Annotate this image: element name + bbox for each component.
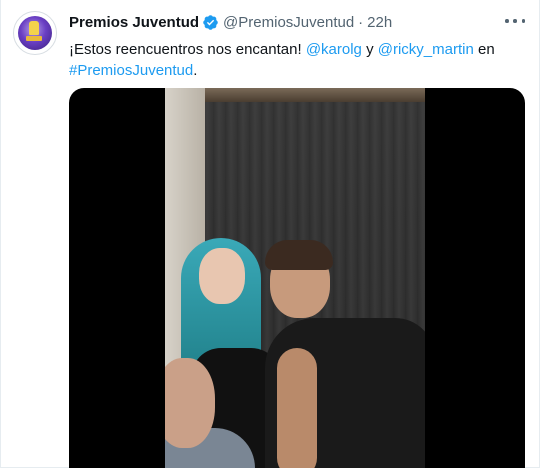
foreground-person-head <box>165 358 215 448</box>
avatar[interactable] <box>13 11 57 55</box>
video-frame[interactable] <box>165 88 425 468</box>
trophy-base <box>26 36 42 41</box>
more-options-icon[interactable] <box>505 16 525 26</box>
mention-karolg[interactable]: @karolg <box>306 41 362 58</box>
video-player[interactable] <box>69 88 525 468</box>
text-part: ¡Estos reencuentros nos encantan! <box>69 41 306 58</box>
tweet-text: ¡Estos reencuentros nos encantan! @karol… <box>69 39 509 81</box>
person-hair <box>265 240 333 270</box>
text-part: . <box>193 62 198 79</box>
trophy-icon <box>29 21 39 35</box>
text-part: y <box>361 41 378 58</box>
timestamp[interactable]: 22h <box>367 14 392 31</box>
separator-dot: · <box>358 14 364 31</box>
display-name[interactable]: Premios Juventud <box>69 14 199 31</box>
verified-badge-icon <box>202 14 219 31</box>
mention-ricky-martin[interactable]: @ricky_martin <box>378 41 474 58</box>
person-arm <box>277 348 317 468</box>
user-handle[interactable]: @PremiosJuventud <box>223 14 354 31</box>
text-part: en <box>473 41 495 58</box>
tweet-header: Premios Juventud @PremiosJuventud · 22h <box>69 14 392 31</box>
tweet[interactable]: Premios Juventud @PremiosJuventud · 22h … <box>0 0 540 468</box>
hashtag-premios-juventud[interactable]: #PremiosJuventud <box>69 62 193 79</box>
person-face <box>199 248 245 304</box>
